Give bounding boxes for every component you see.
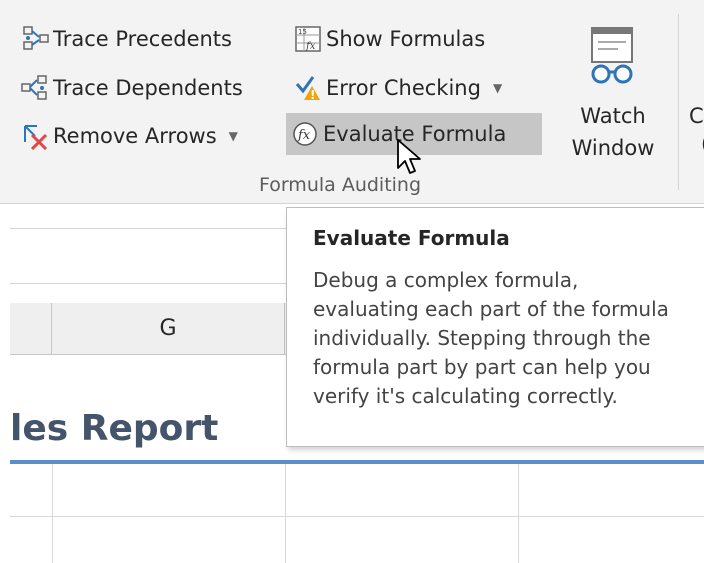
trace-dependents-button[interactable]: Trace Dependents — [16, 67, 250, 109]
watch-window-icon — [586, 26, 638, 86]
remove-arrows-icon — [21, 122, 49, 151]
tooltip-line: individually. Stepping through the — [313, 326, 651, 350]
svg-text:fx: fx — [297, 128, 311, 143]
watch-window-label-line2: Window — [571, 136, 655, 160]
column-header-g[interactable]: G — [52, 303, 285, 355]
show-formulas-icon: 15 fx — [294, 25, 322, 53]
gridline-vertical — [285, 463, 286, 563]
tooltip-line: Debug a complex formula, — [313, 268, 579, 292]
trace-precedents-button[interactable]: Trace Precedents — [16, 18, 239, 60]
svg-text:fx: fx — [305, 41, 316, 52]
watch-window-label-line1: Watch — [580, 104, 646, 128]
trace-dependents-label: Trace Dependents — [53, 76, 243, 100]
show-formulas-label: Show Formulas — [326, 27, 486, 51]
group-separator — [678, 14, 679, 190]
remove-arrows-button[interactable]: Remove Arrows ▼ — [16, 115, 245, 157]
report-title[interactable]: les Report — [10, 408, 218, 449]
tooltip-line: evaluating each part of the formula — [313, 297, 669, 321]
column-header-f[interactable] — [10, 303, 52, 355]
gridline-vertical — [518, 463, 519, 563]
watch-window-button[interactable]: Watch Window — [564, 18, 662, 168]
trace-precedents-icon — [21, 25, 49, 53]
gridline-horizontal — [10, 516, 704, 517]
next-group-label-cut-line1[interactable]: C — [689, 104, 704, 128]
show-formulas-button[interactable]: 15 fx Show Formulas — [289, 18, 492, 60]
evaluate-formula-icon: fx — [291, 120, 319, 148]
evaluate-formula-tooltip: Evaluate Formula Debug a complex formula… — [286, 207, 704, 447]
ribbon-formulas: Trace Precedents Trace Dependents Remove… — [0, 0, 704, 204]
mouse-pointer-icon — [397, 139, 421, 174]
gridline-vertical — [52, 463, 53, 563]
remove-arrows-dropdown-icon[interactable]: ▼ — [229, 129, 238, 143]
formula-auditing-group-label: Formula Auditing — [258, 174, 422, 196]
svg-text:!: ! — [310, 88, 315, 102]
tooltip-title: Evaluate Formula — [313, 226, 510, 250]
error-checking-dropdown-icon[interactable]: ▼ — [493, 81, 502, 95]
error-checking-button[interactable]: ! Error Checking ▼ — [289, 67, 509, 109]
remove-arrows-label: Remove Arrows — [53, 124, 217, 148]
trace-precedents-label: Trace Precedents — [53, 27, 232, 51]
title-underline — [10, 460, 704, 464]
trace-dependents-icon — [21, 74, 49, 102]
tooltip-line: formula part by part can help you — [313, 355, 651, 379]
tooltip-line: verify it's calculating correctly. — [313, 384, 618, 408]
error-checking-label: Error Checking — [326, 76, 481, 100]
error-checking-icon: ! — [294, 74, 322, 102]
svg-text:15: 15 — [298, 28, 307, 36]
